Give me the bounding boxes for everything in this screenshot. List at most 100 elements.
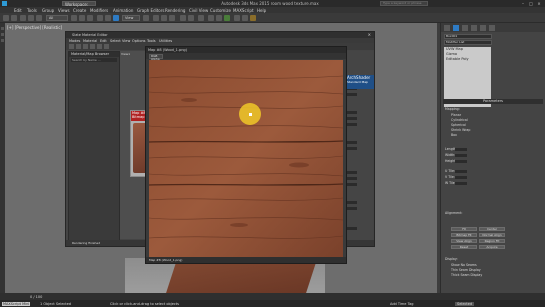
strip-tool-icon[interactable] bbox=[1, 33, 4, 36]
browser-search-input[interactable]: Search by Name ... bbox=[71, 58, 117, 62]
parameters-rollout-header[interactable]: Parameters bbox=[443, 99, 543, 104]
channel-dropdown[interactable]: RGB Alpha bbox=[149, 53, 163, 60]
length-field[interactable] bbox=[455, 148, 467, 151]
sme-menu-select[interactable]: Select bbox=[110, 39, 121, 43]
ref-coord-dropdown[interactable]: View bbox=[122, 14, 140, 21]
display-tab-icon[interactable] bbox=[480, 25, 486, 31]
view-align-button[interactable]: View Align bbox=[451, 239, 477, 243]
sme-show-map-icon[interactable] bbox=[97, 44, 102, 49]
param-field[interactable] bbox=[347, 117, 357, 120]
redo-icon[interactable] bbox=[11, 14, 17, 21]
bind-icon[interactable] bbox=[36, 14, 42, 21]
region-fit-button[interactable]: Region Fit bbox=[479, 239, 505, 243]
schematic-icon[interactable] bbox=[216, 14, 222, 21]
display-option[interactable]: Thin Seam Display bbox=[451, 268, 481, 272]
param-field[interactable] bbox=[347, 171, 357, 174]
link-icon[interactable] bbox=[20, 14, 26, 21]
stack-item[interactable]: Editable Poly bbox=[444, 57, 491, 62]
move-icon[interactable] bbox=[97, 14, 103, 21]
param-field[interactable] bbox=[347, 227, 357, 230]
select-icon[interactable] bbox=[71, 14, 77, 21]
v-tile-field[interactable] bbox=[455, 176, 467, 179]
mapping-option[interactable]: Spherical bbox=[451, 123, 466, 127]
display-option[interactable]: Thick Seam Display bbox=[451, 273, 482, 277]
maxscript-listener[interactable]: MAXScript Mini bbox=[2, 301, 31, 306]
mapping-option[interactable]: Cylindrical bbox=[451, 118, 468, 122]
utilities-tab-icon[interactable] bbox=[489, 25, 495, 31]
height-field[interactable] bbox=[455, 160, 467, 163]
arch-shader-node[interactable]: ArchShader Standard Map bbox=[346, 75, 374, 89]
mirror-icon[interactable] bbox=[180, 14, 186, 21]
param-field[interactable] bbox=[347, 147, 357, 150]
sme-menu-utilities[interactable]: Utilities bbox=[159, 39, 172, 43]
workspace-dropdown[interactable]: Workspace: Default bbox=[62, 0, 96, 12]
search-input[interactable]: Type a keyword or phrase bbox=[380, 1, 428, 6]
acquire-button[interactable]: Acquire bbox=[479, 245, 505, 249]
bitmap-fit-button[interactable]: Bitmap Fit bbox=[451, 233, 477, 237]
material-editor-icon[interactable] bbox=[224, 14, 230, 21]
mapping-option[interactable]: Planar bbox=[451, 113, 461, 117]
sme-menu-edit[interactable]: Edit bbox=[100, 39, 107, 43]
sme-layout-icon[interactable] bbox=[104, 44, 109, 49]
reset-button[interactable]: Reset bbox=[451, 245, 477, 249]
app-icon[interactable] bbox=[2, 1, 7, 6]
hierarchy-tab-icon[interactable] bbox=[462, 25, 468, 31]
create-tab-icon[interactable] bbox=[444, 25, 450, 31]
mapping-option[interactable]: Shrink Wrap bbox=[451, 128, 470, 132]
param-field[interactable] bbox=[347, 111, 357, 114]
w-tile-field[interactable] bbox=[455, 182, 467, 185]
render-icon[interactable] bbox=[250, 14, 256, 21]
selection-filter-dropdown[interactable]: All bbox=[46, 14, 68, 21]
display-option[interactable]: Show No Seams bbox=[451, 263, 477, 267]
rotate-icon[interactable] bbox=[105, 14, 111, 21]
render-setup-icon[interactable] bbox=[234, 14, 240, 21]
param-field[interactable] bbox=[347, 201, 357, 204]
object-name-field[interactable]: Box001 bbox=[444, 34, 492, 39]
motion-tab-icon[interactable] bbox=[471, 25, 477, 31]
sme-menu-material[interactable]: Material bbox=[83, 39, 97, 43]
sme-pick-icon[interactable] bbox=[69, 44, 74, 49]
center-button[interactable]: Center bbox=[479, 227, 505, 231]
modify-tab-icon[interactable] bbox=[453, 25, 459, 31]
param-field[interactable] bbox=[347, 183, 357, 186]
param-field[interactable] bbox=[347, 207, 357, 210]
snap-icon[interactable] bbox=[153, 14, 159, 21]
strip-tool-icon[interactable] bbox=[1, 27, 4, 30]
set-key-filter[interactable]: Selected bbox=[455, 301, 475, 306]
pivot-icon[interactable] bbox=[143, 14, 149, 21]
param-field[interactable] bbox=[347, 177, 357, 180]
sme-menu-options[interactable]: Options bbox=[132, 39, 146, 43]
param-field[interactable] bbox=[347, 123, 357, 126]
sme-move-children-icon[interactable] bbox=[90, 44, 95, 49]
unlink-icon[interactable] bbox=[28, 14, 34, 21]
layer-icon[interactable] bbox=[198, 14, 204, 21]
sme-close-button[interactable]: × bbox=[368, 32, 371, 37]
param-field[interactable] bbox=[347, 141, 357, 144]
sme-menu-view[interactable]: View bbox=[122, 39, 130, 43]
viewport-label[interactable]: [+] [Perspective] [Realistic] bbox=[7, 25, 62, 30]
sme-menu-tools[interactable]: Tools bbox=[147, 39, 156, 43]
angle-snap-icon[interactable] bbox=[161, 14, 167, 21]
sme-assign-icon[interactable] bbox=[76, 44, 81, 49]
fit-button[interactable]: Fit bbox=[451, 227, 477, 231]
param-field[interactable] bbox=[347, 93, 357, 96]
close-button[interactable]: × bbox=[536, 1, 542, 6]
curve-editor-icon[interactable] bbox=[208, 14, 214, 21]
normal-align-button[interactable]: Normal Align bbox=[479, 233, 505, 237]
strip-tool-icon[interactable] bbox=[1, 39, 4, 42]
add-time-tag[interactable]: Add Time Tag bbox=[390, 302, 414, 306]
maximize-button[interactable]: □ bbox=[528, 1, 534, 6]
sme-menu-modes[interactable]: Modes bbox=[69, 39, 80, 43]
align-icon[interactable] bbox=[188, 14, 194, 21]
time-slider[interactable]: 0 / 100 bbox=[0, 293, 545, 300]
percent-snap-icon[interactable] bbox=[169, 14, 175, 21]
select-by-name-icon[interactable] bbox=[79, 14, 85, 21]
width-field[interactable] bbox=[455, 154, 467, 157]
mapping-option[interactable]: Box bbox=[451, 133, 457, 137]
sme-delete-icon[interactable] bbox=[83, 44, 88, 49]
wood-texture-image[interactable] bbox=[149, 60, 343, 257]
render-frame-icon[interactable] bbox=[242, 14, 248, 21]
scale-icon[interactable] bbox=[113, 14, 119, 21]
u-tile-field[interactable] bbox=[455, 170, 467, 173]
modifier-list-dropdown[interactable]: Modifier List bbox=[444, 40, 492, 45]
